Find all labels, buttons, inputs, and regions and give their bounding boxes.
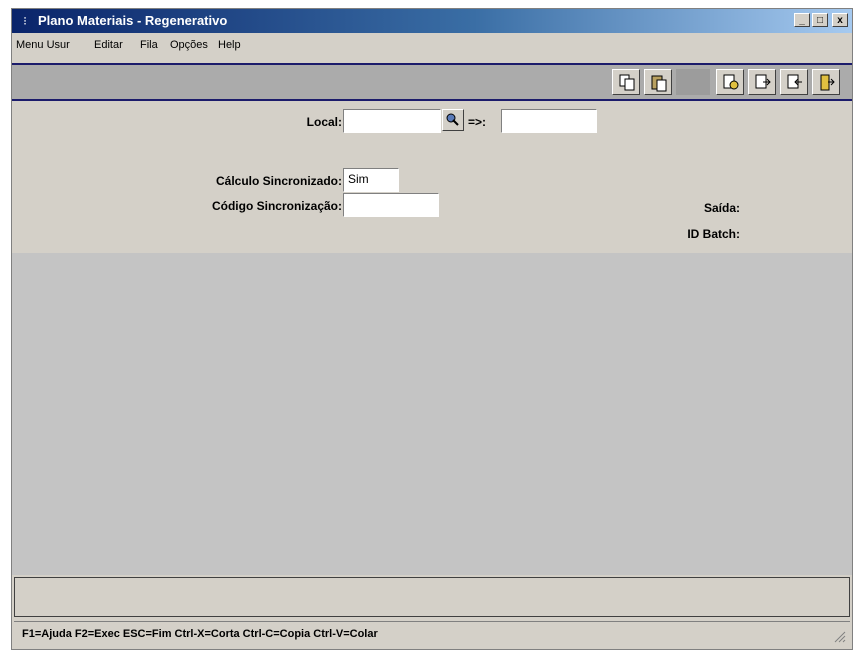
title-bar[interactable]: ⁝ Plano Materiais - Regenerativo _ □ x bbox=[12, 9, 852, 33]
exit-button[interactable] bbox=[812, 69, 840, 95]
local-label: Local: bbox=[306, 115, 342, 129]
status-bar: F1=Ajuda F2=Exec ESC=Fim Ctrl-X=Corta Ct… bbox=[14, 621, 850, 647]
calc-sync-input[interactable]: Sim bbox=[343, 168, 399, 192]
copy-icon bbox=[619, 74, 635, 91]
lookup-button[interactable] bbox=[442, 109, 464, 131]
menu-opcoes[interactable]: Opções bbox=[170, 39, 208, 51]
paste-button[interactable] bbox=[644, 69, 672, 95]
menu-bar: Menu Usur Editar Fila Opções Help bbox=[12, 35, 852, 57]
find-icon bbox=[723, 74, 739, 90]
close-button[interactable]: x bbox=[832, 13, 848, 27]
sync-code-input[interactable] bbox=[343, 193, 439, 217]
resize-grip-icon[interactable] bbox=[834, 631, 846, 643]
maximize-button[interactable]: □ bbox=[812, 13, 828, 27]
saida-label: Saída: bbox=[703, 201, 740, 215]
app-icon: ⁝ bbox=[23, 14, 27, 28]
import-button[interactable] bbox=[780, 69, 808, 95]
import-icon bbox=[787, 74, 802, 89]
paste-icon bbox=[651, 75, 667, 92]
menu-help[interactable]: Help bbox=[218, 39, 241, 51]
content-area bbox=[12, 253, 852, 575]
copy-button[interactable] bbox=[612, 69, 640, 95]
find-button[interactable] bbox=[716, 69, 744, 95]
menu-editar[interactable]: Editar bbox=[94, 39, 123, 51]
export-icon bbox=[755, 74, 771, 89]
main-window: ⁝ Plano Materiais - Regenerativo _ □ x M… bbox=[11, 8, 853, 650]
local-to-input[interactable] bbox=[501, 109, 597, 133]
toolbar-spacer bbox=[676, 69, 710, 95]
exit-icon bbox=[820, 74, 835, 91]
id-batch-label: ID Batch: bbox=[687, 227, 740, 241]
local-input[interactable] bbox=[343, 109, 441, 133]
calc-sync-label: Cálculo Sincronizado: bbox=[215, 174, 342, 188]
message-panel bbox=[14, 577, 850, 617]
shortcut-hints: F1=Ajuda F2=Exec ESC=Fim Ctrl-X=Corta Ct… bbox=[22, 628, 378, 640]
toolbar bbox=[12, 63, 852, 101]
minimize-button[interactable]: _ bbox=[794, 13, 810, 27]
export-button[interactable] bbox=[748, 69, 776, 95]
range-arrow-label: =>: bbox=[468, 115, 487, 129]
menu-fila[interactable]: Fila bbox=[140, 39, 158, 51]
lookup-icon bbox=[446, 113, 459, 126]
window-title: Plano Materiais - Regenerativo bbox=[38, 13, 228, 28]
menu-usur[interactable]: Menu Usur bbox=[16, 39, 70, 51]
sync-code-label: Código Sincronização: bbox=[211, 199, 342, 213]
form-panel: Local: =>: Cálculo Sincronizado: Sim Cód… bbox=[12, 101, 852, 249]
